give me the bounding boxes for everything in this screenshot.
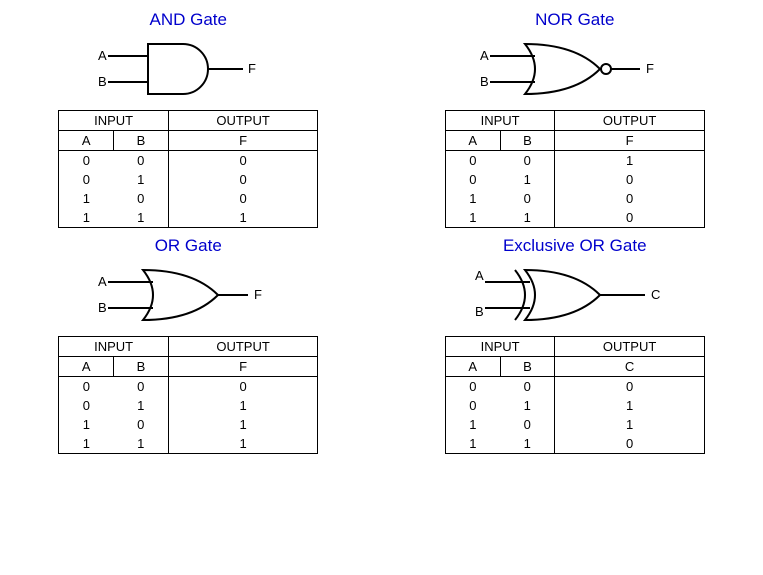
table-row: 110 xyxy=(445,434,704,454)
table-row: 000 xyxy=(445,377,704,397)
xor-gate-block: Exclusive OR Gate A B C INPUT OUTPUT A B… xyxy=(397,236,754,454)
th-b: B xyxy=(500,131,555,151)
th-f: F xyxy=(168,131,317,151)
nor-gate-title: NOR Gate xyxy=(535,10,614,30)
output-c-label: C xyxy=(651,287,660,302)
table-row: 111 xyxy=(59,208,318,228)
table-row: 000 xyxy=(59,377,318,397)
th-a: A xyxy=(445,357,500,377)
xor-gate-icon: A B C xyxy=(470,260,680,330)
or-gate-title: OR Gate xyxy=(155,236,222,256)
output-f-label: F xyxy=(248,61,256,76)
table-row: 011 xyxy=(59,396,318,415)
input-a-label: A xyxy=(475,268,484,283)
th-c: C xyxy=(555,357,704,377)
output-f-label: F xyxy=(646,61,654,76)
table-row: 111 xyxy=(59,434,318,454)
table-row: 101 xyxy=(59,415,318,434)
table-row: 100 xyxy=(445,189,704,208)
input-a-label: A xyxy=(98,48,107,63)
th-output: OUTPUT xyxy=(555,337,704,357)
and-gate-block: AND Gate A B F INPUT OUTPUT A B F 000 01… xyxy=(10,10,367,228)
th-input: INPUT xyxy=(59,111,169,131)
th-output: OUTPUT xyxy=(555,111,704,131)
table-row: 001 xyxy=(445,151,704,171)
or-truth-table: INPUT OUTPUT A B F 000 011 101 111 xyxy=(58,336,318,454)
input-a-label: A xyxy=(98,274,107,289)
th-f: F xyxy=(168,357,317,377)
input-b-label: B xyxy=(98,74,107,89)
table-row: 010 xyxy=(59,170,318,189)
nor-gate-icon: A B F xyxy=(470,34,680,104)
input-b-label: B xyxy=(98,300,107,315)
input-b-label: B xyxy=(475,304,484,319)
and-gate-title: AND Gate xyxy=(150,10,227,30)
and-truth-table: INPUT OUTPUT A B F 000 010 100 111 xyxy=(58,110,318,228)
output-f-label: F xyxy=(254,287,262,302)
input-b-label: B xyxy=(480,74,489,89)
xor-gate-title: Exclusive OR Gate xyxy=(503,236,647,256)
th-b: B xyxy=(500,357,555,377)
th-b: B xyxy=(114,357,169,377)
th-input: INPUT xyxy=(445,337,555,357)
th-a: A xyxy=(59,357,114,377)
and-gate-icon: A B F xyxy=(88,34,288,104)
or-gate-block: OR Gate A B F INPUT OUTPUT A B F 000 011… xyxy=(10,236,367,454)
or-gate-icon: A B F xyxy=(88,260,288,330)
th-input: INPUT xyxy=(445,111,555,131)
table-row: 010 xyxy=(445,170,704,189)
th-input: INPUT xyxy=(59,337,169,357)
table-row: 101 xyxy=(445,415,704,434)
th-f: F xyxy=(555,131,704,151)
table-row: 011 xyxy=(445,396,704,415)
table-row: 000 xyxy=(59,151,318,171)
th-a: A xyxy=(59,131,114,151)
nor-gate-block: NOR Gate A B F INPUT OUTPUT A B F 001 01… xyxy=(397,10,754,228)
th-b: B xyxy=(114,131,169,151)
table-row: 100 xyxy=(59,189,318,208)
th-a: A xyxy=(445,131,500,151)
table-row: 110 xyxy=(445,208,704,228)
input-a-label: A xyxy=(480,48,489,63)
xor-truth-table: INPUT OUTPUT A B C 000 011 101 110 xyxy=(445,336,705,454)
th-output: OUTPUT xyxy=(168,337,317,357)
th-output: OUTPUT xyxy=(168,111,317,131)
nor-truth-table: INPUT OUTPUT A B F 001 010 100 110 xyxy=(445,110,705,228)
